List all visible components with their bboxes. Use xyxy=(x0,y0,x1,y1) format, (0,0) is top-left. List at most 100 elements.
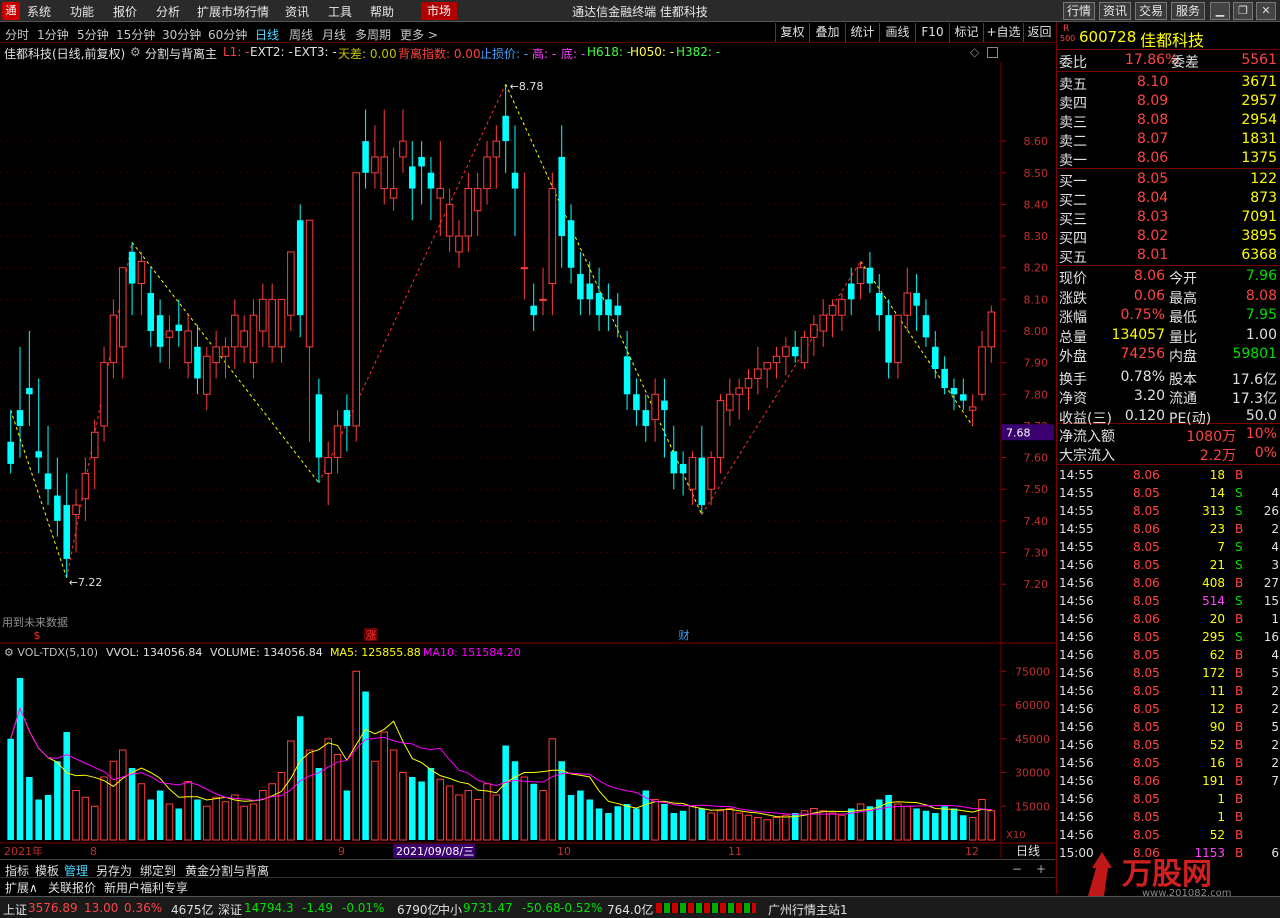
candle xyxy=(987,305,996,363)
news-tab-button[interactable]: 资讯 xyxy=(1099,2,1131,20)
volume-bar xyxy=(175,808,183,840)
stat-label: 涨跌 xyxy=(1059,290,1087,307)
volume-bar xyxy=(100,776,108,841)
tick-side: B xyxy=(1235,774,1244,788)
price-tick-label: 7.40 xyxy=(1024,515,1049,528)
restore-icon[interactable]: ❐ xyxy=(1233,2,1253,20)
expand-button[interactable]: 扩展∧ xyxy=(5,879,38,896)
candle-body xyxy=(118,267,127,348)
candle-body xyxy=(548,188,557,285)
stat-value: 0.06 xyxy=(1133,287,1165,304)
tick-volume: 14 xyxy=(1209,486,1225,500)
sz-index[interactable]: 14794.3 xyxy=(244,901,294,915)
candle-body xyxy=(735,387,743,395)
tick-time: 14:55 xyxy=(1059,540,1094,554)
stat-label: 现价 xyxy=(1059,271,1087,287)
chart-labels: ←8.78 ←7.22 用到未来数据$ 涨 财 ⚙ VOL-TDX(5,10) VVOL: … xyxy=(2,80,1040,858)
candle xyxy=(175,299,183,347)
sh-index[interactable]: 3576.89 xyxy=(28,901,78,915)
bid-label: 买三 xyxy=(1059,212,1087,228)
tick-count: 2 xyxy=(1271,702,1279,716)
tick-row: 14:56 8.06 408 B 27 xyxy=(1057,574,1280,592)
ask-volume: 3671 xyxy=(1241,74,1277,90)
candle xyxy=(511,125,519,237)
price-tick-label: 8.10 xyxy=(1024,293,1049,306)
candle xyxy=(296,204,304,338)
stat-row: 净资 3.20 流通 17.3亿 xyxy=(1057,387,1280,407)
tick-price: 8.06 xyxy=(1133,576,1160,590)
tick-volume: 1 xyxy=(1217,810,1225,824)
trade-tab-button[interactable]: 交易 xyxy=(1135,2,1167,20)
tick-side: B xyxy=(1235,720,1244,734)
stat-label: 内盘 xyxy=(1169,349,1197,365)
volume-bar xyxy=(894,803,902,841)
volume-bar xyxy=(147,799,155,840)
candle xyxy=(100,346,108,442)
candle xyxy=(109,299,118,379)
stat-value: 1.00 xyxy=(1245,326,1277,343)
flow-row: 大宗流入 2.2万 0% xyxy=(1057,444,1280,464)
zoom-in-icon[interactable]: + xyxy=(1036,862,1046,876)
candle xyxy=(866,251,874,294)
kline-chart[interactable]: 8.608.508.408.308.208.108.007.907.807.70… xyxy=(0,0,1055,858)
volume-bar xyxy=(651,799,659,841)
candle-body xyxy=(147,293,155,331)
volume-bar xyxy=(987,810,996,841)
tick-time: 14:55 xyxy=(1059,504,1094,518)
candle-body xyxy=(362,141,369,173)
chart-grid: 8.608.508.408.308.208.108.007.907.807.70… xyxy=(0,62,1055,858)
volume-bar xyxy=(156,790,164,840)
candle-body xyxy=(212,346,220,364)
zx-index[interactable]: 9731.47 xyxy=(463,901,513,915)
volume-bar xyxy=(399,772,407,841)
price-tick-label: 7.60 xyxy=(1024,452,1049,465)
server-name[interactable]: 广州行情主站1 xyxy=(768,901,848,918)
tick-price: 8.05 xyxy=(1133,738,1160,752)
quote-header: R 500 600728 佳都科技 xyxy=(1057,24,1280,50)
volume-bar xyxy=(856,803,865,841)
bid-row-1: 买一 8.05 122 xyxy=(1057,170,1280,190)
tick-price: 8.05 xyxy=(1133,558,1160,572)
zoom-out-icon[interactable]: − xyxy=(1012,862,1022,876)
tick-price: 8.06 xyxy=(1133,468,1160,482)
tick-side: B xyxy=(1235,522,1244,536)
new-user-benefit-button[interactable]: 新用户福利专享 xyxy=(104,879,188,896)
volume-bar xyxy=(315,768,323,840)
volume-bar xyxy=(249,803,258,841)
bid-volume: 7091 xyxy=(1241,209,1277,225)
quote-tab-button[interactable]: 行情 xyxy=(1063,2,1095,20)
tick-price: 8.05 xyxy=(1133,702,1160,716)
volume-bar xyxy=(343,790,351,840)
candle xyxy=(184,315,192,379)
tick-price: 8.05 xyxy=(1133,648,1160,662)
ask-price: 8.07 xyxy=(1137,131,1169,147)
bid-volume: 122 xyxy=(1250,171,1277,187)
candle-body xyxy=(137,260,146,285)
candle-body xyxy=(633,394,640,411)
related-quote-button[interactable]: 关联报价 xyxy=(48,879,96,896)
tick-count: 3 xyxy=(1271,558,1279,572)
price-tick-label: 7.80 xyxy=(1024,388,1049,401)
vol-ma10-value: MA10: 151584.20 xyxy=(423,646,521,659)
stat-label: 股本 xyxy=(1169,371,1197,388)
candle-body xyxy=(968,406,977,411)
flow-value: 2.2万 xyxy=(1199,448,1236,464)
tick-price: 8.05 xyxy=(1133,666,1160,680)
tick-row: 14:56 8.05 90 B 5 xyxy=(1057,718,1280,736)
tick-row: 14:55 8.05 313 S 26 xyxy=(1057,502,1280,520)
tick-volume: 172 xyxy=(1202,666,1225,680)
candle xyxy=(577,251,584,316)
volume-bar xyxy=(978,799,986,841)
candle-body xyxy=(16,410,24,426)
extension-bar: 扩展∧ 关联报价 新用户福利专享 xyxy=(0,877,1055,895)
r-sub: 500 xyxy=(1060,34,1076,43)
volume-bar xyxy=(828,812,837,841)
candle xyxy=(63,473,70,578)
volume-bar xyxy=(184,781,192,841)
service-tab-button[interactable]: 服务 xyxy=(1171,2,1205,20)
candle xyxy=(642,394,650,442)
ask-price: 8.08 xyxy=(1137,112,1169,128)
minimize-icon[interactable]: ▁ xyxy=(1210,2,1230,20)
close-icon[interactable]: ✕ xyxy=(1256,2,1276,20)
candle xyxy=(389,147,398,211)
